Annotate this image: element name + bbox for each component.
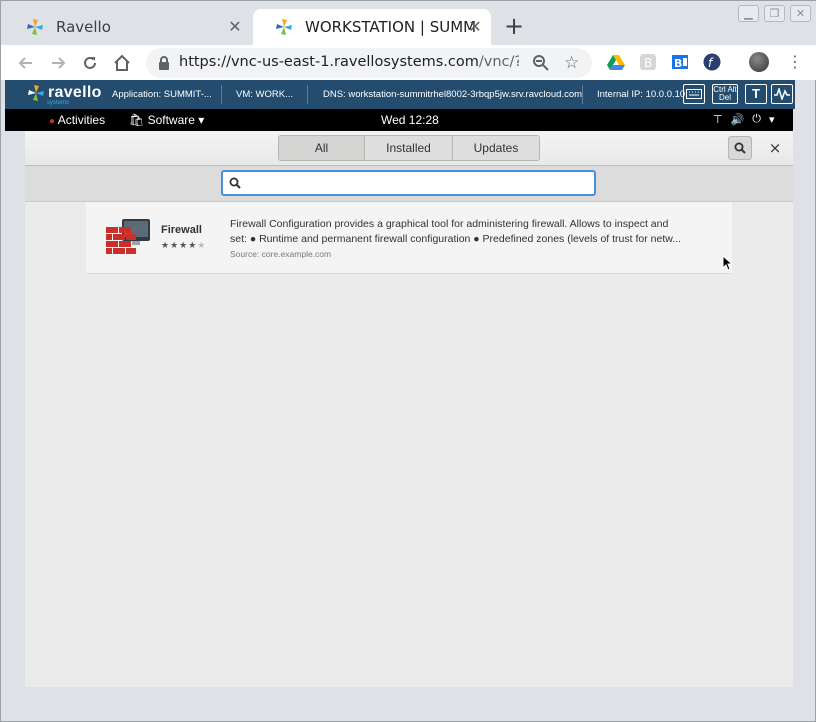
close-window-icon[interactable]: ✕: [790, 5, 811, 22]
ravello-favicon-icon: [276, 19, 292, 35]
minimize-icon[interactable]: ▁: [738, 5, 759, 22]
mouse-cursor-icon: [722, 255, 732, 271]
volume-icon: 🔊: [730, 114, 745, 126]
search-icon: [734, 142, 746, 154]
separator: [582, 85, 583, 104]
search-bar: [25, 166, 793, 202]
extension-video-icon[interactable]: B: [671, 53, 689, 71]
tab-workstation[interactable]: WORKSTATION | SUMMI ✕: [253, 9, 491, 45]
close-tab-icon[interactable]: ✕: [225, 17, 245, 37]
dns-label: DNS: workstation-summitrhel8002-3rbqp5jw…: [323, 89, 583, 100]
keyboard-icon: [686, 89, 702, 99]
app-source: Source: core.example.com: [230, 249, 332, 259]
app-name: Firewall: [161, 224, 202, 236]
app-menu[interactable]: 🛍 Software ▾: [129, 113, 204, 127]
browser-toolbar: https://vnc-us-east-1.ravellosystems.com…: [1, 45, 816, 80]
power-icon: ⏻: [752, 113, 761, 125]
svg-text:B: B: [674, 57, 682, 70]
text-button[interactable]: T: [745, 84, 767, 104]
app-description: Firewall Configuration provides a graphi…: [230, 218, 681, 245]
url-text: https://vnc-us-east-1.ravellosystems.com…: [179, 54, 519, 70]
address-bar[interactable]: https://vnc-us-east-1.ravellosystems.com…: [146, 48, 592, 78]
ravello-toolbar: ravello systems Application: SUMMIT-... …: [5, 80, 795, 109]
separator: [307, 85, 308, 104]
vm-label: VM: WORK...: [236, 89, 293, 100]
lock-icon: [159, 56, 169, 70]
search-entry[interactable]: [221, 170, 596, 196]
close-button[interactable]: ×: [765, 138, 785, 158]
new-tab-button[interactable]: +: [501, 14, 527, 40]
ctrl-alt-del-button[interactable]: Ctrl Alt Del: [712, 84, 738, 104]
maximize-icon[interactable]: ❐: [764, 5, 785, 22]
keyboard-button[interactable]: [683, 84, 705, 104]
reload-icon: [84, 56, 96, 69]
software-app: All Installed Updates × Firewall ★★★★★ F…: [25, 131, 793, 687]
avatar[interactable]: [749, 52, 769, 72]
tab-ravello[interactable]: Ravello ✕: [4, 9, 251, 45]
fedora-icon[interactable]: f: [703, 53, 721, 71]
back-button[interactable]: [13, 50, 39, 76]
zoom-out-icon[interactable]: [532, 54, 550, 72]
tab-strip: Ravello ✕ WORKSTATION | SUMMI ✕ + ▁ ❐ ✕: [1, 1, 816, 45]
tab-title: WORKSTATION | SUMMI: [305, 18, 477, 36]
home-button[interactable]: [109, 50, 135, 76]
gnome-top-bar: ● Activities 🛍 Software ▾ Wed 12:28 ⊤ 🔊 …: [5, 109, 793, 131]
activity-icon: [774, 88, 790, 100]
reload-button[interactable]: [77, 50, 103, 76]
forward-button[interactable]: [45, 50, 71, 76]
redhat-icon: ●: [49, 116, 56, 127]
firewall-icon: [106, 219, 150, 254]
app-result-row[interactable]: Firewall ★★★★★ Firewall Configuration pr…: [86, 202, 732, 274]
ravello-favicon-icon: [27, 19, 43, 35]
ravello-pinwheel-icon: [28, 85, 44, 101]
stats-button[interactable]: [771, 84, 793, 104]
arrow-left-icon: [18, 57, 32, 69]
internal-ip-label: Internal IP: 10.0.0.10: [597, 89, 686, 100]
tab-updates[interactable]: Updates: [453, 136, 539, 160]
search-toggle-button[interactable]: [728, 136, 752, 160]
tab-title: Ravello: [56, 18, 111, 36]
network-icon: ⊤: [713, 114, 723, 126]
chevron-down-icon: ▾: [769, 114, 775, 126]
rating-stars: ★★★★★: [161, 241, 207, 251]
arrow-right-icon: [52, 57, 66, 69]
header-bar: All Installed Updates ×: [25, 131, 793, 166]
google-drive-icon[interactable]: [607, 53, 625, 71]
tab-installed[interactable]: Installed: [365, 136, 453, 160]
browser-window: Ravello ✕ WORKSTATION | SUMMI ✕ + ▁ ❐ ✕: [0, 0, 816, 722]
ravello-logo: ravello systems: [27, 84, 102, 106]
clock[interactable]: Wed 12:28: [381, 113, 439, 127]
menu-icon[interactable]: ⋮: [787, 52, 803, 71]
separator: [221, 85, 222, 104]
svg-text:B: B: [644, 56, 652, 70]
bag-icon: 🛍: [129, 113, 145, 127]
search-icon: [229, 177, 241, 189]
system-tray[interactable]: ⊤ 🔊 ⏻ ▾: [713, 113, 775, 126]
activities-button[interactable]: ● Activities: [49, 113, 105, 127]
tab-all[interactable]: All: [279, 136, 365, 160]
view-switcher: All Installed Updates: [278, 135, 540, 161]
home-icon: [114, 54, 130, 71]
close-tab-icon[interactable]: ✕: [465, 17, 485, 37]
extension-b-icon[interactable]: B: [639, 53, 657, 71]
application-label: Application: SUMMIT-...: [112, 89, 212, 100]
star-icon[interactable]: ☆: [564, 53, 579, 73]
search-input[interactable]: [247, 175, 587, 193]
